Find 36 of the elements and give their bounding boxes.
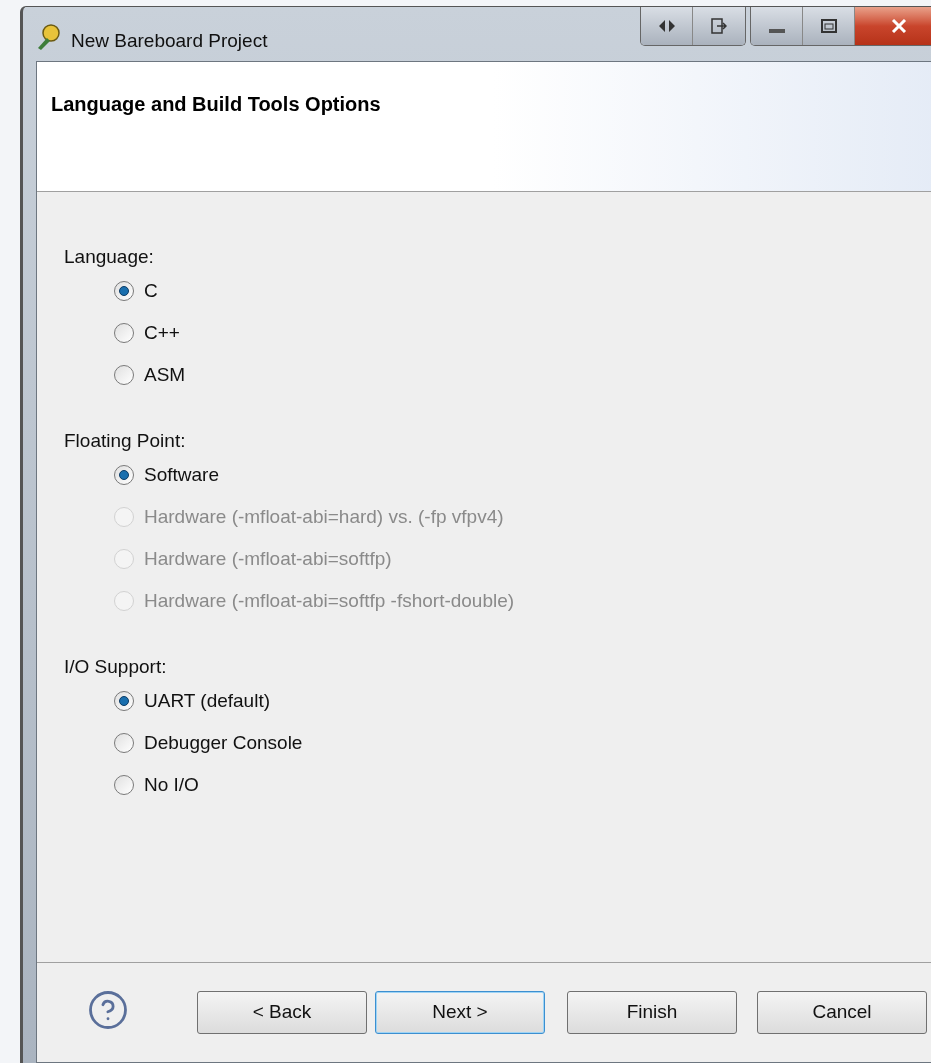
window-title: New Bareboard Project: [71, 29, 268, 53]
close-button[interactable]: [855, 7, 931, 45]
option-label: Hardware (-mfloat-abi=softfp): [144, 547, 392, 571]
option-label: Hardware (-mfloat-abi=hard) vs. (-fp vfpv4): [144, 505, 504, 529]
option-label: UART (default): [144, 689, 270, 713]
radio-button[interactable]: [114, 281, 134, 301]
maximize-button[interactable]: [803, 7, 855, 45]
radio-button[interactable]: [114, 775, 134, 795]
dialog-button[interactable]: < Back: [197, 991, 367, 1034]
option-label: Hardware (-mfloat-abi=softfp -fshort-double): [144, 589, 515, 613]
app-logo-icon: [35, 23, 63, 51]
swap-icon[interactable]: [641, 7, 693, 45]
help-icon[interactable]: [87, 988, 129, 1031]
minimize-button[interactable]: [751, 7, 803, 45]
maximize-icon: [820, 19, 837, 33]
radio-button[interactable]: [114, 465, 134, 485]
page-title: Language and Build Tools Options: [51, 93, 381, 115]
radio-button[interactable]: [114, 691, 134, 711]
radio-button[interactable]: [114, 365, 134, 385]
group-label: Language:: [64, 245, 155, 269]
dialog-button[interactable]: Finish: [567, 991, 737, 1034]
dialog-button[interactable]: Cancel: [757, 991, 927, 1034]
group-label: Floating Point:: [64, 429, 187, 453]
export-icon[interactable]: [693, 7, 745, 45]
group-label: I/O Support:: [64, 655, 168, 679]
option-label: Debugger Console: [144, 731, 303, 755]
option-label: ASM: [144, 363, 186, 387]
option-label: C++: [144, 321, 180, 345]
close-icon: [891, 19, 907, 33]
option-label: Software: [144, 463, 219, 487]
radio-button[interactable]: [114, 733, 134, 753]
radio-button[interactable]: [114, 323, 134, 343]
dialog-button[interactable]: Next >: [375, 991, 545, 1034]
minimize-icon: [768, 29, 785, 33]
option-label: C: [144, 279, 158, 303]
option-label: No I/O: [144, 773, 199, 797]
